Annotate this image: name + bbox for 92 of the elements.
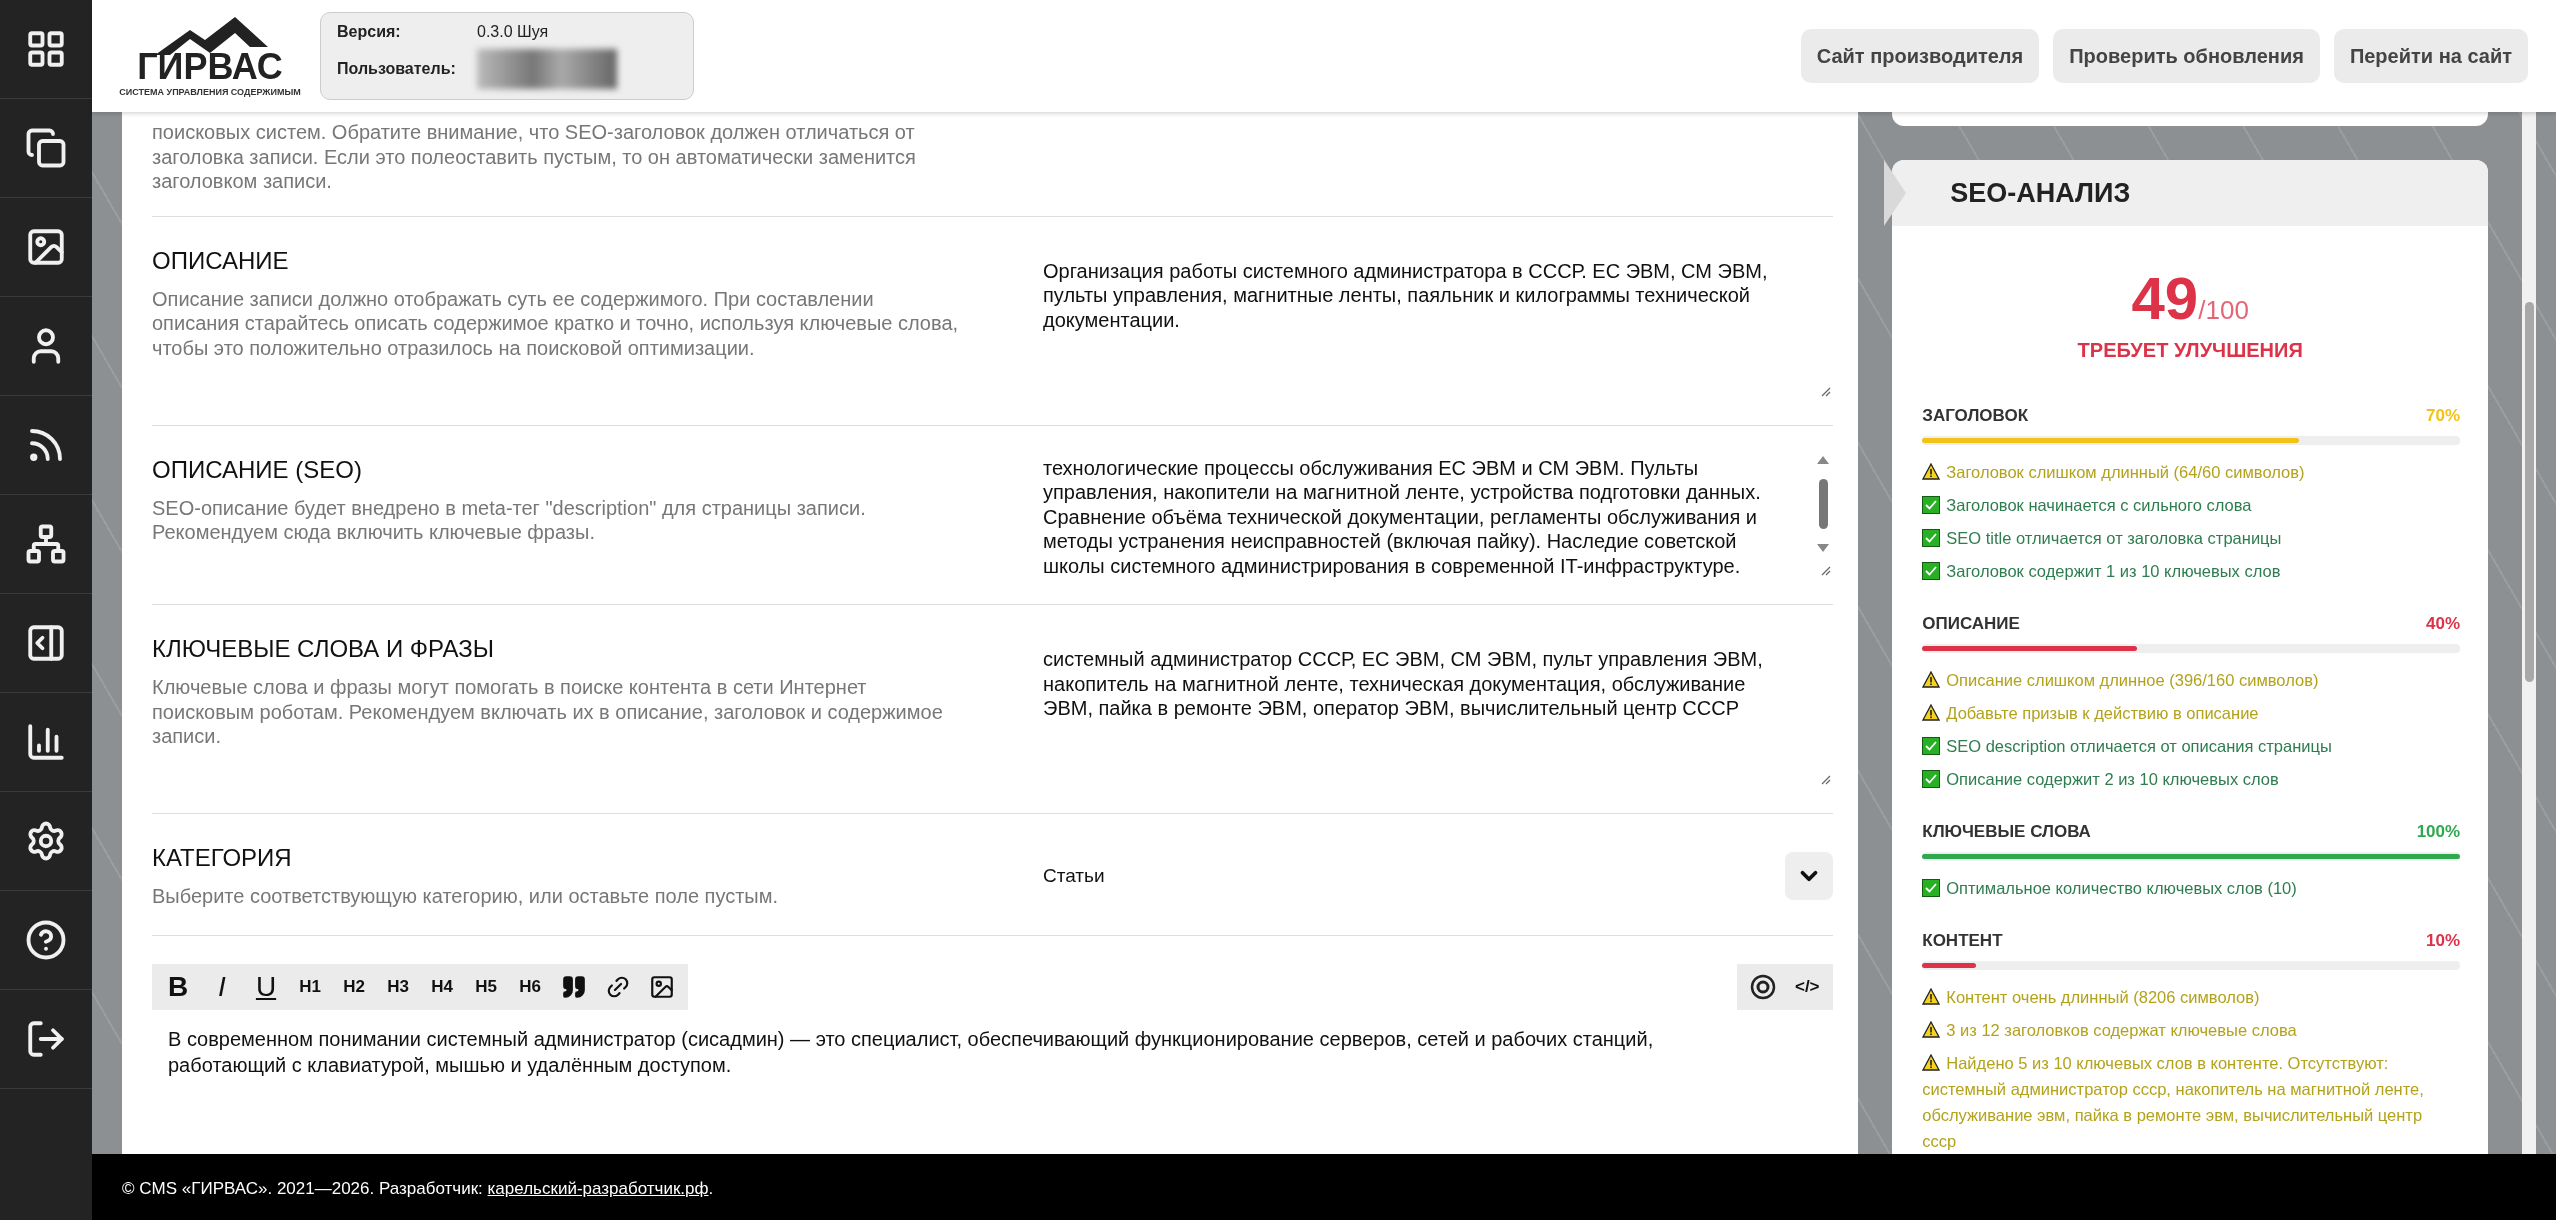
toolbar-button[interactable]: H5 <box>466 966 506 1007</box>
section-title: КЛЮЧЕВЫЕ СЛОВА И ФРАЗЫ <box>152 635 495 663</box>
group-title: ЗАГОЛОВОК <box>1922 406 2028 426</box>
help-icon[interactable] <box>25 919 67 961</box>
warning-icon <box>1922 1054 1941 1071</box>
toolbar-button[interactable]: B <box>158 966 198 1007</box>
toolbar-button[interactable]: H1 <box>290 966 330 1007</box>
apps-icon[interactable] <box>25 28 67 70</box>
bar-chart-icon[interactable] <box>25 721 67 763</box>
warning-icon <box>1922 463 1941 480</box>
check-item: Описание содержит 2 из 10 ключевых слов <box>1922 766 2461 792</box>
select-value[interactable]: Статьи <box>1043 865 1105 888</box>
image-icon[interactable] <box>25 226 67 268</box>
dropdown-button[interactable] <box>1785 852 1834 901</box>
circle-c-icon <box>1750 973 1777 1000</box>
warning-icon <box>1922 671 1941 688</box>
panel-icon[interactable] <box>25 622 67 664</box>
toolbar-button[interactable]: U <box>246 966 286 1007</box>
page-scrollbar[interactable] <box>2522 112 2536 1154</box>
checkbox-icon <box>1922 562 1941 580</box>
check-item: SEO title отличается от заголовка страницы <box>1922 525 2461 551</box>
check-item: Найдено 5 из 10 ключевых слов в контенте. Отсутствуют: системный администратор ссср, накопитель на магнитной ленте, обслуживание эвм, пайка в ремонте эвм, вычислительный центр ссср <box>1922 1053 2425 1152</box>
checkbox-icon <box>1922 496 1941 514</box>
group-percent: 10% <box>2426 931 2461 951</box>
header-button[interactable]: Сайт производителя <box>1800 29 2040 83</box>
check-item: Заголовок содержит 1 из 10 ключевых слов <box>1922 558 2461 584</box>
section-title: КАТЕГОРИЯ <box>152 844 293 872</box>
check-item: Заголовок начинается с сильного слова <box>1922 492 2461 518</box>
checkbox-icon <box>1922 737 1941 755</box>
textarea-field[interactable]: технологические процессы обслуживания ЕС ЭВМ и СМ ЭВМ. Пульты управления, накопители на магнитной ленте, устройства подготовки данных. Сравнение объёма технической документации, регламенты обслуживания и методы устранения неисправностей (включая пайку). Наследие советской школы системного администрирования в современной IT-инфраструктуре. <box>1043 455 1834 578</box>
logo-tagline: СИСТЕМА УПРАВЛЕНИЯ СОДЕРЖИМЫМ <box>119 86 301 97</box>
toolbar-button[interactable]: H4 <box>422 966 462 1007</box>
check-item: Контент очень длинный (8206 символов) <box>1922 984 2461 1010</box>
toolbar-button[interactable]: H6 <box>510 966 550 1007</box>
header-button[interactable]: Перейти на сайт <box>2333 29 2528 83</box>
footer-text: © CMS «ГИРВАС». 2021—2026. Разработчик: карельский-разработчик.рф. <box>122 1179 714 1199</box>
info-label: Версия: <box>337 23 402 41</box>
logout-icon[interactable] <box>25 1018 67 1060</box>
score-value: 49 <box>2131 264 2199 333</box>
check-item: 3 из 12 заголовков содержат ключевые слова <box>1922 1017 2461 1043</box>
check-item: Описание слишком длинное (396/160 символов) <box>1922 667 2461 693</box>
image-icon <box>649 973 675 1000</box>
logo-text: ГИРВАС <box>137 47 283 87</box>
section-title: ОПИСАНИЕ <box>152 246 290 275</box>
logo[interactable]: ГИРВАС СИСТЕМА УПРАВЛЕНИЯ СОДЕРЖИМЫМ <box>120 15 300 97</box>
section-description: Ключевые слова и фразы могут помогать в поиске контента в сети Интернет поисковым роботам. Рекомендуем включать их в описание, заголовок и содержимое записи. <box>152 675 944 749</box>
settings-icon[interactable] <box>25 820 67 862</box>
textarea-field[interactable]: Организация работы системного администратора в СССР. ЕС ЭВМ, СМ ЭВМ, пульты управления, магнитные ленты, паяльник и килограммы технической документации. <box>1043 246 1834 399</box>
scroll-up-icon[interactable] <box>1817 455 1830 464</box>
checkbox-icon <box>1922 529 1941 547</box>
section-description: Описание записи должно отображать суть ее содержимого. При составлении описания старайтесь описать содержимое кратко и точно, используя ключевые слова, чтобы это положительно отразилось на поисковой оптимизации. <box>152 286 960 360</box>
toolbar-button[interactable]: </> <box>1787 966 1828 1007</box>
group-title: КОНТЕНТ <box>1922 931 2003 951</box>
editor-content[interactable]: В современном понимании системный администратор (сисадмин) — это специалист, обеспечивающий функционирование серверов, сетей и рабочих станций, работающий с клавиатурой, мышью и удалённым доступом. <box>152 1009 1834 1078</box>
notch-icon <box>1884 160 1907 226</box>
header-button[interactable]: Проверить обновления <box>2053 29 2320 83</box>
scrollbar-thumb[interactable] <box>1818 478 1828 529</box>
section-description: поисковых систем. Обратите внимание, что SEO-заголовок должен отличаться от заголовка записи. Если это полеоставить пустым, то он автоматически заменится заголовком записи. <box>152 120 917 194</box>
check-item: SEO description отличается от описания страницы <box>1922 733 2461 759</box>
group-percent: 100% <box>2416 822 2461 842</box>
info-label: Пользователь: <box>337 60 457 78</box>
section-description: Выберите соответствующую категорию, или оставьте поле пустым. <box>152 884 780 909</box>
toolbar-button[interactable]: I <box>202 966 242 1007</box>
group-percent: 70% <box>2426 406 2461 426</box>
seo-title: SEO-АНАЛИЗ <box>1950 177 2131 209</box>
checkbox-icon <box>1922 770 1941 788</box>
group-title: ОПИСАНИЕ <box>1922 614 2020 634</box>
score-max: /100 <box>2198 295 2249 326</box>
textarea-field[interactable]: системный администратор СССР, ЕС ЭВМ, СМ ЭВМ, пульт управления ЭВМ, накопитель на магнитной ленте, техническая документация, обслуживание ЭВМ, пайка в ремонте ЭВМ, оператор ЭВМ, вычислительный центр СССР <box>1043 635 1834 787</box>
section-title: ОПИСАНИЕ (SEO) <box>152 455 363 484</box>
toolbar-button[interactable]: H3 <box>378 966 418 1007</box>
section-description: SEO-описание будет внедрено в meta-тег "description" для страницы записи. Рекомендуем сюда включить ключевые фразы. <box>152 495 867 545</box>
scrollbar-thumb[interactable] <box>2524 302 2534 682</box>
check-item: Оптимальное количество ключевых слов (10) <box>1922 875 2461 901</box>
quote-icon <box>561 973 587 1000</box>
scroll-down-icon[interactable] <box>1817 544 1830 552</box>
resize-handle-icon[interactable] <box>1819 773 1832 785</box>
pages-icon[interactable] <box>25 127 67 169</box>
group-percent: 40% <box>2426 614 2461 634</box>
resize-handle-icon[interactable] <box>1819 564 1832 576</box>
warning-icon <box>1922 1021 1941 1038</box>
checkbox-icon <box>1922 879 1941 897</box>
score-verdict: ТРЕБУЕТ УЛУЧШЕНИЯ <box>2076 339 2304 362</box>
info-value: 0.3.0 Шуя <box>477 23 550 41</box>
network-icon[interactable] <box>25 523 67 565</box>
warning-icon <box>1922 704 1941 721</box>
warning-icon <box>1922 988 1941 1005</box>
group-title: КЛЮЧЕВЫЕ СЛОВА <box>1922 822 2091 842</box>
developer-link[interactable]: карельский-разработчик.рф <box>487 1179 709 1198</box>
toolbar-button[interactable]: H2 <box>334 966 374 1007</box>
check-item: Добавьте призыв к действию в описание <box>1922 700 2461 726</box>
check-item: Заголовок слишком длинный (64/60 символов) <box>1922 459 2461 485</box>
